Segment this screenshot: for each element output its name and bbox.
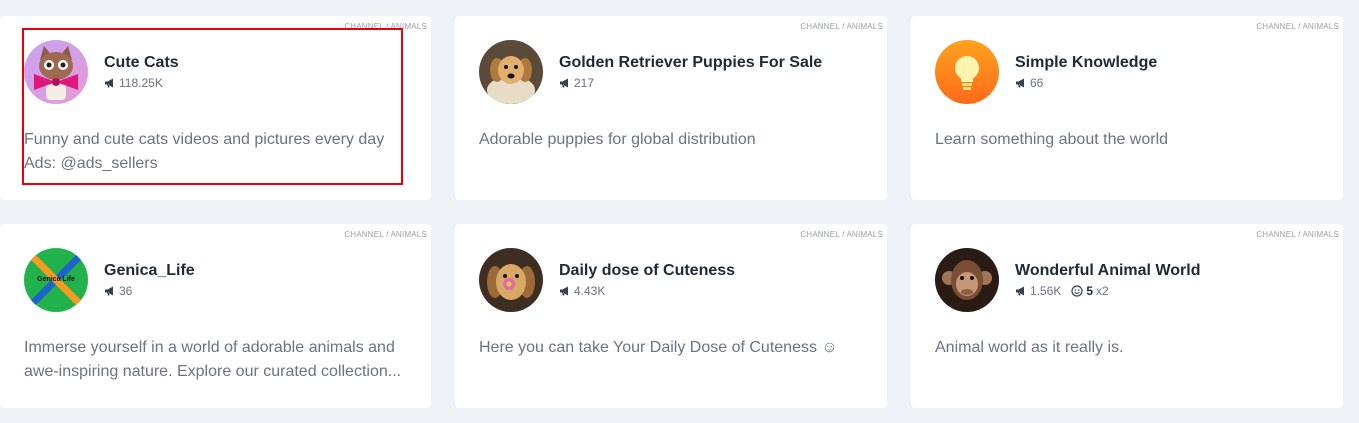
megaphone-icon (1016, 286, 1024, 296)
channel-title: Genica_Life (104, 262, 195, 279)
channel-description: Immerse yourself in a world of adorable … (24, 339, 402, 380)
channel-grid: CHANNEL / ANIMALS Cute Cats 118.25K Funn… (0, 16, 1343, 408)
smiley-icon (1071, 285, 1083, 297)
channel-stats: 217 (559, 76, 594, 90)
megaphone-icon (1016, 78, 1024, 88)
monkey-avatar (935, 248, 999, 312)
channel-title: Daily dose of Cuteness (559, 262, 736, 279)
channel-card-daily-dose[interactable]: CHANNEL / ANIMALS Daily dose of Cuteness… (455, 224, 887, 408)
megaphone-icon (560, 286, 568, 296)
channel-card-golden-retriever[interactable]: CHANNEL / ANIMALS Golden Retriever Puppi… (455, 16, 887, 200)
channel-card-wonderful-animal-world[interactable]: CHANNEL / ANIMALS Wonderful Animal World… (911, 224, 1343, 408)
subscriber-count: 4.43K (559, 284, 605, 298)
channel-card-simple-knowledge[interactable]: CHANNEL / ANIMALS Simple Knowledge 66 Le… (911, 16, 1343, 200)
dog-with-flower-avatar (479, 248, 543, 312)
channel-title: Golden Retriever Puppies For Sale (559, 54, 823, 71)
subscriber-count: 217 (559, 76, 594, 90)
channel-description: Learn something about the world (935, 131, 1169, 148)
lightbulb-avatar (935, 40, 999, 104)
channel-card-cute-cats[interactable]: CHANNEL / ANIMALS Cute Cats 118.25K Funn… (0, 16, 431, 200)
channel-title: Cute Cats (104, 54, 179, 71)
category-tag: CHANNEL / ANIMALS (800, 230, 883, 239)
category-tag: CHANNEL / ANIMALS (1256, 230, 1339, 239)
channel-description: Animal world as it really is. (935, 339, 1124, 356)
category-tag: CHANNEL / ANIMALS (344, 230, 427, 239)
channel-title: Simple Knowledge (1015, 54, 1158, 71)
channel-description: Here you can take Your Daily Dose of Cut… (479, 339, 838, 356)
cat-bowtie-avatar (24, 40, 88, 104)
subscriber-count: 118.25K (104, 76, 163, 90)
channel-description: Adorable puppies for global distribution (479, 131, 756, 148)
channel-description: Funny and cute cats videos and pictures … (24, 131, 385, 172)
golden-puppy-avatar (479, 40, 543, 104)
channel-stats: 36 (104, 284, 132, 298)
megaphone-icon (105, 286, 113, 296)
channel-stats: 66 (1015, 76, 1043, 90)
megaphone-icon (105, 78, 113, 88)
channel-stats: 1.56K 5 x2 (1015, 284, 1109, 298)
avatar-text: Genica Life (37, 276, 75, 283)
channel-card-genica-life[interactable]: CHANNEL / ANIMALS Genica Life Genica_Lif… (0, 224, 431, 408)
boost-level: 5 x2 (1071, 284, 1109, 298)
subscriber-count: 36 (104, 284, 132, 298)
category-tag: CHANNEL / ANIMALS (800, 22, 883, 31)
subscriber-count: 1.56K (1015, 284, 1061, 298)
dna-avatar: Genica Life (24, 248, 88, 312)
category-tag: CHANNEL / ANIMALS (344, 22, 427, 31)
channel-title: Wonderful Animal World (1015, 262, 1201, 279)
megaphone-icon (560, 78, 568, 88)
channel-stats: 118.25K (104, 76, 163, 90)
subscriber-count: 66 (1015, 76, 1043, 90)
category-tag: CHANNEL / ANIMALS (1256, 22, 1339, 31)
channel-stats: 4.43K (559, 284, 605, 298)
